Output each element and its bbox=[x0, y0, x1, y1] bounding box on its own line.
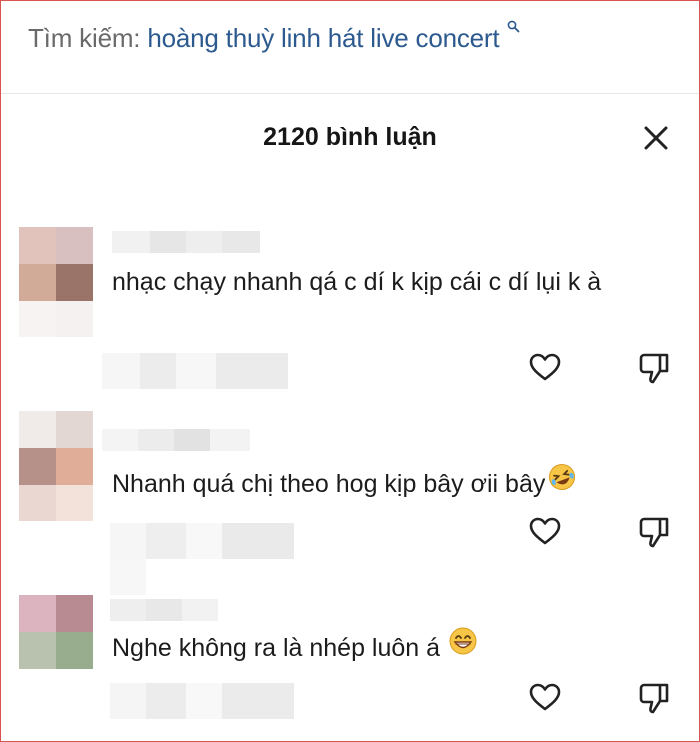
rofl-emoji bbox=[547, 462, 577, 503]
comment-text-content: Nhanh quá chị theo hog kịp bây ơii bây bbox=[112, 470, 546, 499]
comment-meta-blurred bbox=[110, 523, 296, 559]
thumbs-down-icon[interactable] bbox=[638, 515, 672, 549]
comment-item: Nhanh quá chị theo hog kịp bây ơii bây bbox=[1, 411, 699, 595]
avatar[interactable] bbox=[19, 595, 93, 705]
avatar[interactable] bbox=[19, 411, 93, 521]
heart-icon[interactable] bbox=[528, 681, 562, 715]
comment-text-content: Nghe không ra là nhép luôn á bbox=[112, 634, 441, 663]
comment-meta-blurred-2 bbox=[110, 559, 146, 595]
grin-emoji bbox=[448, 626, 478, 667]
search-text[interactable]: Tìm kiếm: hoàng thuỳ linh hát live conce… bbox=[28, 20, 520, 54]
search-prefix: Tìm kiếm: bbox=[28, 23, 141, 53]
comment-meta-blurred bbox=[102, 353, 292, 389]
comment-item: Nghe không ra là nhép luôn á bbox=[1, 595, 699, 741]
comment-text: Nhanh quá chị theo hog kịp bây ơii bây bbox=[112, 462, 672, 506]
username-blurred[interactable] bbox=[112, 231, 262, 253]
app-frame: Tìm kiếm: hoàng thuỳ linh hát live conce… bbox=[0, 0, 700, 742]
comment-meta-blurred bbox=[110, 683, 296, 719]
search-icon[interactable] bbox=[507, 9, 520, 40]
avatar[interactable] bbox=[19, 227, 93, 337]
comment-item: nhạc chạy nhanh qá c dí k kịp cái c dí l… bbox=[1, 227, 699, 397]
close-icon[interactable] bbox=[641, 123, 671, 153]
comment-count-title: 2120 bình luận bbox=[263, 123, 437, 151]
username-blurred[interactable] bbox=[110, 599, 220, 621]
thumbs-down-icon[interactable] bbox=[638, 681, 672, 715]
comments-header: 2120 bình luận bbox=[1, 97, 699, 183]
comment-text: Nghe không ra là nhép luôn á bbox=[112, 626, 672, 670]
username-blurred[interactable] bbox=[102, 429, 252, 451]
search-bar[interactable]: Tìm kiếm: hoàng thuỳ linh hát live conce… bbox=[1, 1, 699, 94]
heart-icon[interactable] bbox=[528, 515, 562, 549]
search-query-link[interactable]: hoàng thuỳ linh hát live concert bbox=[147, 23, 499, 53]
thumbs-down-icon[interactable] bbox=[638, 351, 672, 385]
comment-text: nhạc chạy nhanh qá c dí k kịp cái c dí l… bbox=[112, 268, 602, 296]
heart-icon[interactable] bbox=[528, 351, 562, 385]
